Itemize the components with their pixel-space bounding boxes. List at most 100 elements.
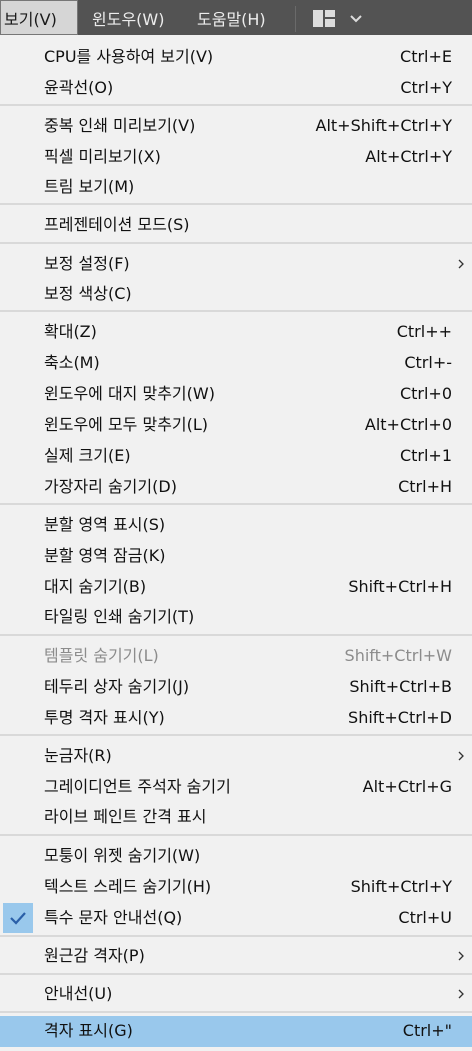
- submenu-arrow-icon: [458, 259, 464, 269]
- menu-separator: [0, 1011, 472, 1013]
- menu-item-shortcut: Ctrl+": [402, 1021, 452, 1040]
- menu-separator: [0, 973, 472, 975]
- menu-item-shortcut: Ctrl+E: [400, 47, 452, 66]
- menubar-help[interactable]: 도움말(H): [197, 0, 266, 35]
- menu-item-hide-print-tiling[interactable]: 타일링 인쇄 숨기기(T): [0, 602, 472, 632]
- menu-item-actual-size[interactable]: 실제 크기(E) Ctrl+1: [0, 441, 472, 471]
- menu-item-label: 보정 설정(F): [44, 254, 130, 273]
- menu-item-label: 그레이디언트 주석자 숨기기: [44, 777, 231, 796]
- view-menu-dropdown: CPU를 사용하여 보기(V) Ctrl+E 윤곽선(O) Ctrl+Y 중복 …: [0, 35, 472, 1051]
- menu-item-guides[interactable]: 안내선(U): [0, 979, 472, 1009]
- menu-item-label: 테두리 상자 숨기기(J): [44, 677, 190, 696]
- menu-item-shortcut: Ctrl+-: [404, 353, 452, 372]
- menu-item-show-live-paint-gaps[interactable]: 라이브 페인트 간격 표시: [0, 802, 472, 832]
- submenu-arrow-icon: [458, 751, 464, 761]
- menu-item-shortcut: Shift+Ctrl+W: [344, 646, 452, 665]
- menu-item-zoom-in[interactable]: 확대(Z) Ctrl++: [0, 317, 472, 347]
- menu-item-presentation-mode[interactable]: 프레젠테이션 모드(S): [0, 210, 472, 240]
- menu-item-label: 윈도우에 모두 맞추기(L): [44, 415, 209, 434]
- menubar-window[interactable]: 윈도우(W): [92, 0, 164, 35]
- menu-item-special-char-guides[interactable]: 특수 문자 안내선(Q) Ctrl+U: [0, 903, 472, 933]
- menu-item-shortcut: Ctrl+U: [398, 908, 452, 927]
- menu-item-label: 윤곽선(O): [44, 78, 114, 97]
- menu-item-label: 가장자리 숨기기(D): [44, 477, 177, 496]
- menu-item-label: 텍스트 스레드 숨기기(H): [44, 877, 212, 896]
- menubar-view[interactable]: 보기(V): [0, 0, 78, 35]
- menu-item-shortcut: Alt+Shift+Ctrl+Y: [315, 116, 453, 135]
- menu-item-hide-bounding-box[interactable]: 테두리 상자 숨기기(J) Shift+Ctrl+B: [0, 672, 472, 702]
- menu-item-proof-colors[interactable]: 보정 색상(C): [0, 279, 472, 309]
- menu-item-label: 눈금자(R): [44, 746, 112, 765]
- menu-item-label: 픽셀 미리보기(X): [44, 147, 161, 166]
- menu-item-label: 분할 영역 잠금(K): [44, 546, 166, 565]
- menu-separator: [0, 935, 472, 937]
- menu-item-label: CPU를 사용하여 보기(V): [44, 47, 214, 66]
- menu-item-label: 특수 문자 안내선(Q): [44, 908, 183, 927]
- menu-item-shortcut: Ctrl+H: [398, 477, 452, 496]
- menu-separator: [0, 834, 472, 836]
- menu-item-shortcut: Alt+Ctrl+Y: [365, 147, 452, 166]
- menu-item-label: 안내선(U): [44, 984, 113, 1003]
- menu-item-shortcut: Ctrl+Y: [400, 78, 452, 97]
- menu-item-hide-gradient-annotator[interactable]: 그레이디언트 주석자 숨기기 Alt+Ctrl+G: [0, 772, 472, 802]
- menu-separator: [0, 734, 472, 736]
- menu-item-shortcut: Alt+Ctrl+0: [364, 415, 452, 434]
- menu-item-label: 윈도우에 대지 맞추기(W): [44, 384, 215, 403]
- menu-item-hide-text-threads[interactable]: 텍스트 스레드 숨기기(H) Shift+Ctrl+Y: [0, 872, 472, 902]
- menu-bar: 보기(V) 윈도우(W) 도움말(H): [0, 0, 472, 35]
- menu-item-label: 분할 영역 표시(S): [44, 515, 166, 534]
- menu-item-rulers[interactable]: 눈금자(R): [0, 741, 472, 771]
- menu-item-fit-all[interactable]: 윈도우에 모두 맞추기(L) Alt+Ctrl+0: [0, 410, 472, 440]
- menu-item-zoom-out[interactable]: 축소(M) Ctrl+-: [0, 348, 472, 378]
- menu-item-label: 중복 인쇄 미리보기(V): [44, 116, 196, 135]
- submenu-arrow-icon: [458, 951, 464, 961]
- menu-item-shortcut: Ctrl+1: [399, 446, 452, 465]
- menu-item-label: 프레젠테이션 모드(S): [44, 215, 190, 234]
- menu-item-pixel-preview[interactable]: 픽셀 미리보기(X) Alt+Ctrl+Y: [0, 142, 472, 172]
- workspace-layout-icon: [313, 10, 362, 27]
- menu-item-shortcut: Shift+Ctrl+D: [348, 708, 452, 727]
- menu-item-shortcut: Alt+Ctrl+G: [362, 777, 452, 796]
- menu-item-hide-template: 템플릿 숨기기(L) Shift+Ctrl+W: [0, 641, 472, 671]
- menu-item-label: 축소(M): [44, 353, 100, 372]
- menu-item-label: 대지 숨기기(B): [44, 577, 147, 596]
- menu-item-show-transparency-grid[interactable]: 투명 격자 표시(Y) Shift+Ctrl+D: [0, 703, 472, 733]
- menu-item-overprint-preview[interactable]: 중복 인쇄 미리보기(V) Alt+Shift+Ctrl+Y: [0, 111, 472, 141]
- menu-separator: [0, 503, 472, 505]
- menu-separator: [0, 634, 472, 636]
- menu-separator: [0, 310, 472, 312]
- menu-item-label: 보정 색상(C): [44, 284, 132, 303]
- menu-item-fit-artboard[interactable]: 윈도우에 대지 맞추기(W) Ctrl+0: [0, 379, 472, 409]
- workspace-switcher[interactable]: [311, 8, 371, 30]
- menu-item-label: 타일링 인쇄 숨기기(T): [44, 607, 195, 626]
- menu-item-label: 원근감 격자(P): [44, 946, 145, 965]
- menu-item-hide-corner-widget[interactable]: 모퉁이 위젯 숨기기(W): [0, 841, 472, 871]
- menu-item-shortcut: Shift+Ctrl+B: [349, 677, 452, 696]
- menu-item-hide-edges[interactable]: 가장자리 숨기기(D) Ctrl+H: [0, 472, 472, 502]
- menu-item-shortcut: Shift+Ctrl+Y: [350, 877, 452, 896]
- menu-item-label: 모퉁이 위젯 숨기기(W): [44, 846, 201, 865]
- menu-item-show-slices[interactable]: 분할 영역 표시(S): [0, 510, 472, 540]
- menu-separator: [0, 104, 472, 106]
- menu-item-trim-view[interactable]: 트림 보기(M): [0, 172, 472, 202]
- menubar-divider: [295, 6, 296, 32]
- menu-item-label: 템플릿 숨기기(L): [44, 646, 159, 665]
- menu-item-show-grid[interactable]: 격자 표시(G) Ctrl+": [0, 1016, 472, 1047]
- menu-separator: [0, 203, 472, 205]
- menu-item-hide-artboards[interactable]: 대지 숨기기(B) Shift+Ctrl+H: [0, 572, 472, 602]
- menu-item-label: 격자 표시(G): [44, 1021, 133, 1040]
- submenu-arrow-icon: [458, 989, 464, 999]
- menu-item-lock-slices[interactable]: 분할 영역 잠금(K): [0, 541, 472, 571]
- chevron-down-icon: [350, 15, 362, 23]
- menu-item-label: 확대(Z): [44, 322, 97, 341]
- menu-item-outline[interactable]: 윤곽선(O) Ctrl+Y: [0, 73, 472, 103]
- menu-item-shortcut: Shift+Ctrl+H: [348, 577, 452, 596]
- menu-item-shortcut: Ctrl+0: [399, 384, 452, 403]
- checkmark-icon: [3, 903, 33, 933]
- menu-item-cpu-view[interactable]: CPU를 사용하여 보기(V) Ctrl+E: [0, 42, 472, 72]
- menu-item-perspective-grid[interactable]: 원근감 격자(P): [0, 941, 472, 971]
- menu-item-label: 투명 격자 표시(Y): [44, 708, 165, 727]
- menu-item-label: 라이브 페인트 간격 표시: [44, 807, 207, 826]
- menu-item-label: 실제 크기(E): [44, 446, 131, 465]
- menu-item-proof-setup[interactable]: 보정 설정(F): [0, 249, 472, 279]
